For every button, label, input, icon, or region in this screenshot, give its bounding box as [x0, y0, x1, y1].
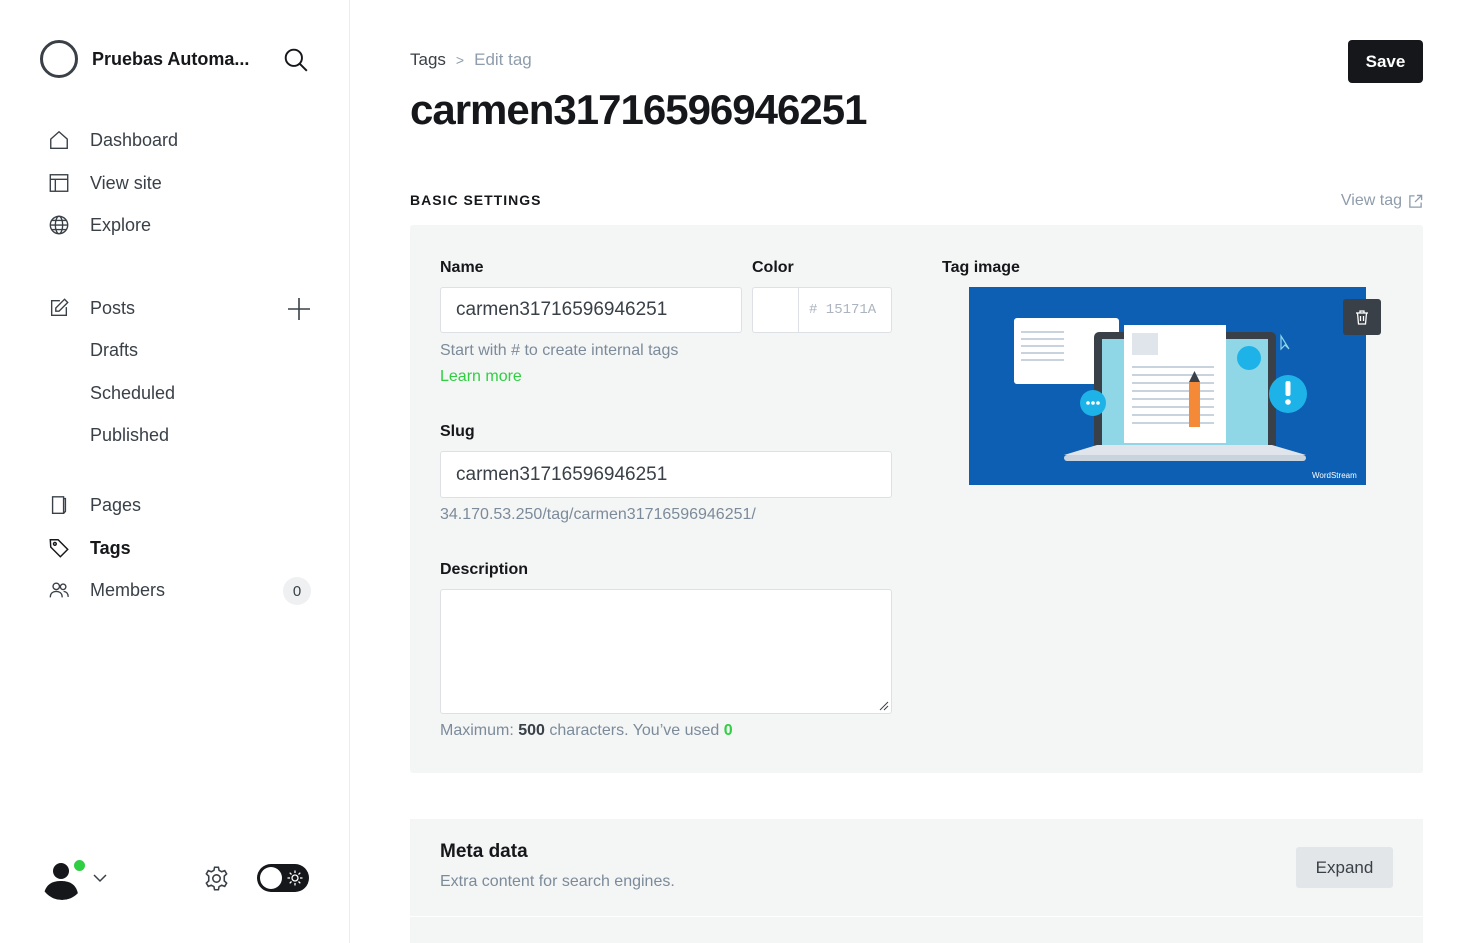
view-tag-link[interactable]: View tag: [1341, 192, 1423, 210]
nav-drafts[interactable]: Drafts: [90, 340, 138, 361]
counter-max: 500: [518, 722, 545, 739]
basic-settings-heading: BASIC SETTINGS: [410, 192, 542, 208]
counter-prefix: Maximum:: [440, 722, 514, 739]
pages-icon: [51, 496, 67, 514]
search-icon[interactable]: [283, 47, 309, 73]
meta-data-panel: Meta data Extra content for search engin…: [410, 819, 1423, 943]
learn-more-link[interactable]: Learn more: [440, 368, 522, 386]
meta-data-subtitle: Extra content for search engines.: [440, 873, 675, 890]
home-icon: [50, 130, 68, 149]
layout-icon: [49, 174, 69, 192]
dark-mode-toggle[interactable]: [257, 864, 309, 892]
sun-icon: [287, 870, 303, 886]
nav-posts[interactable]: Posts: [48, 297, 135, 319]
name-hint: Start with # to create internal tags: [440, 342, 679, 359]
slug-url-preview: 34.170.53.250/tag/carmen31716596946251/: [440, 506, 756, 523]
members-icon: [49, 582, 69, 598]
trash-icon: [1356, 310, 1368, 325]
slug-label: Slug: [440, 423, 475, 440]
globe-icon: [49, 215, 69, 235]
nav-tags-label: Tags: [90, 537, 131, 558]
chevron-down-icon[interactable]: [92, 870, 108, 886]
description-counter: Maximum: 500 characters. You’ve used 0: [440, 722, 733, 740]
color-swatch[interactable]: [752, 287, 799, 333]
nav-tags[interactable]: Tags: [48, 537, 131, 559]
divider: [410, 916, 1423, 917]
breadcrumb: Tags > Edit tag: [410, 50, 532, 70]
description-textarea[interactable]: [440, 589, 892, 714]
delete-image-button[interactable]: [1343, 299, 1381, 335]
expand-meta-button[interactable]: Expand: [1296, 847, 1393, 888]
toggle-knob: [260, 867, 282, 889]
external-link-icon: [1409, 194, 1423, 208]
save-button[interactable]: Save: [1348, 40, 1423, 83]
nav-dashboard[interactable]: Dashboard: [48, 129, 178, 151]
nav-dashboard-label: Dashboard: [90, 129, 179, 150]
page-title: carmen31716596946251: [410, 86, 867, 133]
sidebar: Pruebas Automa... Dashboard View site Ex…: [0, 0, 350, 943]
members-count-badge: 0: [283, 577, 311, 605]
counter-middle: characters. You’ve used: [549, 722, 720, 739]
nav-scheduled[interactable]: Scheduled: [90, 383, 175, 404]
nav-members-label: Members: [90, 579, 166, 600]
nav-explore[interactable]: Explore: [48, 214, 151, 236]
site-title: Pruebas Automa...: [92, 48, 250, 69]
brand[interactable]: Pruebas Automa...: [40, 40, 249, 78]
breadcrumb-tags-link[interactable]: Tags: [410, 50, 446, 70]
resize-grip-icon[interactable]: [879, 701, 889, 711]
meta-data-title: Meta data: [440, 841, 528, 862]
basic-settings-panel: Name carmen31716596946251 Start with # t…: [410, 225, 1423, 773]
tag-icon: [49, 539, 69, 558]
site-logo-icon: [40, 40, 78, 78]
online-status-dot: [72, 858, 87, 873]
tag-image[interactable]: WordStream: [969, 287, 1366, 485]
tag-image-label: Tag image: [942, 259, 1020, 276]
new-post-plus-icon[interactable]: [287, 297, 311, 321]
edit-icon: [50, 298, 69, 317]
nav-view-site-label: View site: [90, 172, 162, 193]
counter-used: 0: [723, 722, 733, 739]
nav-view-site[interactable]: View site: [48, 172, 162, 194]
slug-input[interactable]: carmen31716596946251: [440, 451, 892, 498]
settings-gear-icon[interactable]: [203, 865, 230, 892]
color-input[interactable]: # 15171A: [798, 287, 892, 333]
nav-published[interactable]: Published: [90, 425, 169, 446]
laptop-illustration: WordStream: [969, 287, 1366, 485]
nav-members[interactable]: Members: [48, 579, 165, 601]
image-watermark: WordStream: [1312, 471, 1357, 480]
chevron-right-icon: >: [455, 52, 465, 68]
nav-pages[interactable]: Pages: [48, 494, 141, 516]
description-label: Description: [440, 561, 529, 578]
nav-posts-label: Posts: [90, 297, 136, 318]
breadcrumb-current: Edit tag: [474, 50, 532, 69]
name-input[interactable]: carmen31716596946251: [440, 287, 742, 333]
nav-pages-label: Pages: [90, 494, 142, 515]
color-label: Color: [752, 259, 794, 276]
view-tag-label: View tag: [1340, 192, 1402, 209]
name-label: Name: [440, 259, 484, 276]
nav-explore-label: Explore: [90, 214, 152, 235]
